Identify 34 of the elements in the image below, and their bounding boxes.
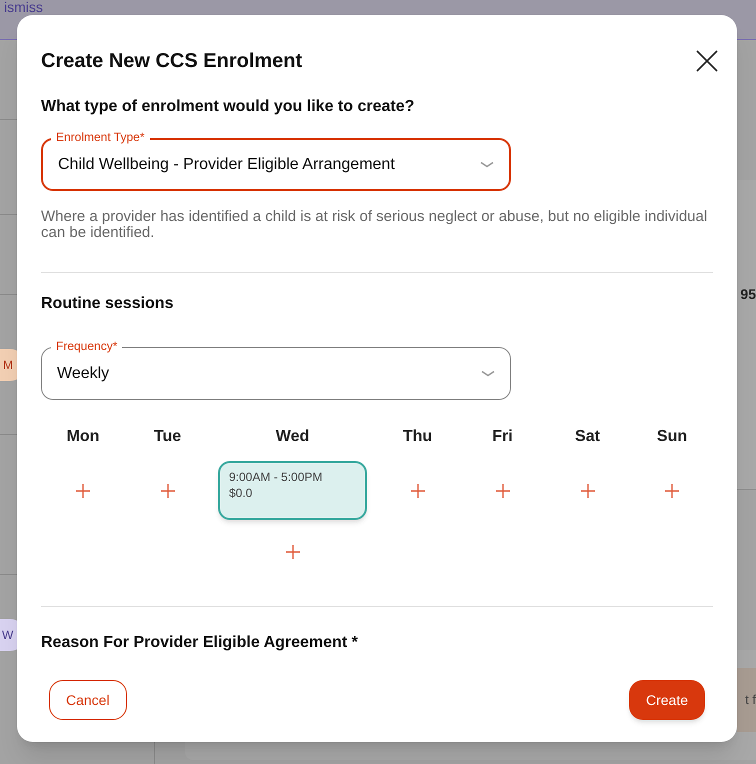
section-heading: Routine sessions	[41, 294, 174, 314]
description-text: Where a provider has identified a child is at risk of serious neglect or abuse, but no eligible individual can be identified.	[41, 209, 708, 241]
plus-icon	[75, 483, 91, 499]
day-heading: Sat	[575, 427, 600, 447]
day-heading: Sun	[656, 427, 688, 447]
plus-icon	[284, 544, 300, 560]
day-heading: Fri	[492, 427, 513, 447]
section-heading: Reason For Provider Eligible Agreement *	[41, 633, 359, 653]
day-heading: Wed	[276, 427, 310, 447]
add-session-button[interactable]	[662, 481, 682, 501]
status-chip: t f	[737, 668, 756, 732]
day-heading: Mon	[66, 427, 100, 447]
plus-icon	[580, 483, 596, 499]
close-icon	[696, 50, 718, 72]
plus-icon	[664, 483, 680, 499]
session-card[interactable]: 9:00AM - 5:00PM $0.0	[218, 461, 367, 520]
session-amount: $0.0	[229, 485, 254, 501]
field-value: Weekly	[57, 364, 110, 384]
plus-icon	[160, 483, 176, 499]
session-time: 9:00AM - 5:00PM	[229, 469, 324, 485]
day-heading: Tue	[154, 427, 182, 447]
create-button[interactable]: Create	[628, 680, 705, 720]
field-value: Child Wellbeing - Provider Eligible Arrangement	[58, 154, 395, 174]
card-text: 95	[740, 285, 756, 304]
plus-icon	[494, 483, 510, 499]
question-heading: What type of enrolment would you like to create?	[41, 97, 416, 117]
field-label: Enrolment Type*	[51, 129, 150, 145]
cancel-button[interactable]: Cancel	[49, 680, 127, 720]
day-heading: Thu	[402, 427, 432, 447]
chevron-down-icon	[481, 370, 495, 378]
plus-icon	[410, 483, 426, 499]
add-session-button[interactable]	[73, 481, 93, 501]
dialog-title: Create New CCS Enrolment	[41, 49, 302, 73]
chevron-down-icon	[480, 160, 494, 168]
